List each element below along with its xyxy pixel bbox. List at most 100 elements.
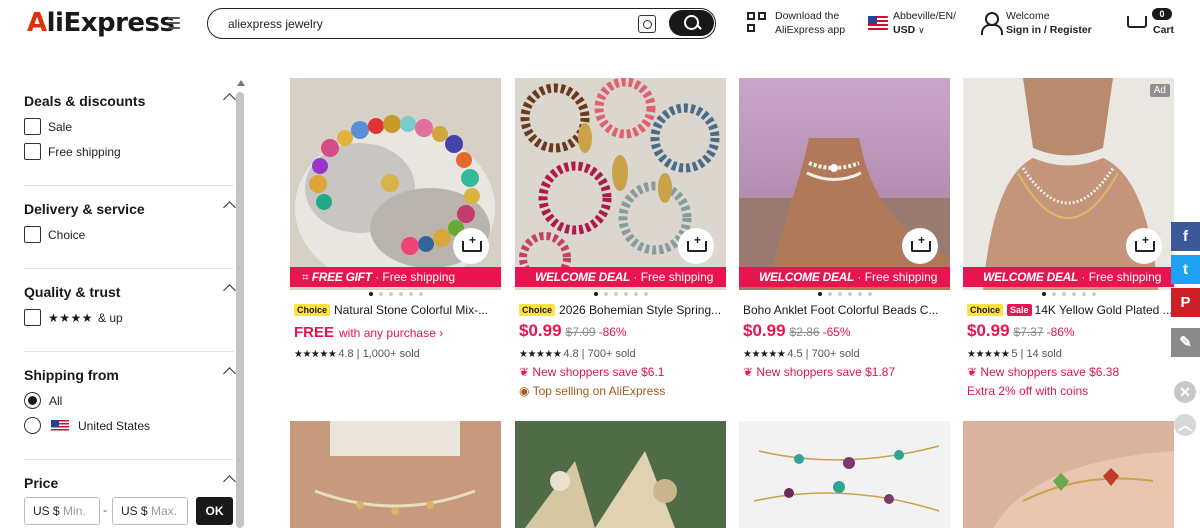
deals-filter-title[interactable]: Deals & discounts [24, 93, 145, 109]
close-icon[interactable]: ✕ [1174, 381, 1196, 403]
chevron-up-icon[interactable] [223, 475, 236, 488]
product-image[interactable] [515, 421, 726, 528]
pinterest-share-button[interactable]: P [1171, 288, 1200, 317]
add-to-cart-button[interactable] [678, 228, 714, 264]
sale-price: $0.99 [519, 321, 562, 340]
promo-banner-label: WELCOME DEAL [983, 270, 1079, 284]
promo-banner-label: WELCOME DEAL [759, 270, 855, 284]
free-shipping-text: · Free shipping [630, 270, 714, 284]
back-to-top-icon[interactable]: ︿ [1174, 414, 1196, 436]
facebook-share-button[interactable]: f [1171, 222, 1200, 251]
free-shipping-text: · Free shipping [1078, 270, 1162, 284]
sale-checkbox[interactable]: Sale [24, 118, 72, 135]
sale-label: Sale [48, 119, 73, 134]
sidebar-scrollbar[interactable] [236, 80, 245, 528]
image-carousel-dots[interactable] [963, 292, 1174, 296]
product-title-text: Natural Stone Colorful Mix-... [334, 303, 489, 317]
chevron-up-icon[interactable] [223, 284, 236, 297]
sold-count: 14 sold [1026, 348, 1062, 360]
ship-from-all-radio[interactable]: All [24, 392, 62, 409]
ship-from-us-radio[interactable]: United States [24, 417, 150, 434]
star-rating-icon: ★★★★★ [967, 349, 1010, 360]
twitter-share-button[interactable]: t [1171, 255, 1200, 284]
top-selling-tag: ◉ Top selling on AliExpress [519, 384, 665, 398]
price-min-input[interactable]: US $ Min. [24, 497, 100, 525]
welcome-text: Welcome [1006, 10, 1050, 22]
quality-filter-title[interactable]: Quality & trust [24, 284, 120, 300]
add-to-cart-button[interactable] [453, 228, 489, 264]
scroll-thumb[interactable] [236, 92, 244, 528]
quality-filter: Quality & trust ★★★★ & up [24, 284, 236, 334]
pinterest-icon: P [1171, 288, 1200, 317]
all-label: All [49, 393, 63, 408]
image-carousel-dots[interactable] [739, 292, 950, 296]
aliexpress-logo[interactable]: AliExpress [27, 8, 175, 38]
chevron-up-icon[interactable] [223, 201, 236, 214]
sale-price: $0.99 [967, 321, 1010, 340]
search-button[interactable] [669, 10, 714, 36]
product-image[interactable] [963, 421, 1174, 528]
divider [24, 351, 234, 352]
free-price-subtext[interactable]: with any purchase › [339, 326, 443, 340]
menu-icon[interactable] [168, 17, 180, 29]
and-up-label: & up [98, 310, 123, 325]
chevron-down-icon: ∨ [918, 25, 925, 35]
flame-icon: ❦ [967, 365, 978, 379]
product-card[interactable] [290, 421, 501, 528]
four-stars-up-checkbox[interactable]: ★★★★ & up [24, 309, 123, 326]
currency-prefix: US $ [121, 504, 148, 518]
max-placeholder: Max. [151, 504, 178, 518]
product-card[interactable] [515, 421, 726, 528]
user-icon[interactable] [980, 12, 1003, 35]
new-shopper-savings-text: New shoppers save $6.38 [980, 365, 1120, 379]
star-rating-icon: ★★★★★ [743, 349, 786, 360]
locale-location: Abbeville/EN/ [893, 10, 957, 22]
delivery-filter-title[interactable]: Delivery & service [24, 201, 145, 217]
edit-button[interactable]: ✎ [1171, 328, 1200, 357]
price-max-input[interactable]: US $ Max. [112, 497, 188, 525]
price-filter-title[interactable]: Price [24, 475, 58, 491]
image-carousel-dots[interactable] [515, 292, 726, 296]
product-card[interactable]: Ad WELCOME DEAL · Free shipping ChoiceSa… [963, 78, 1174, 398]
original-price: $2.86 [789, 325, 820, 339]
product-title[interactable]: Choice Sale 14K Yellow Gold Plated ... [967, 303, 1172, 317]
product-card[interactable]: WELCOME DEAL · Free shipping Choice2026 … [515, 78, 726, 398]
product-image[interactable] [739, 421, 950, 528]
choice-badge: Choice [294, 304, 331, 316]
download-app-link[interactable]: Download the AliExpress app [775, 9, 845, 37]
rating-value: 5 [1011, 348, 1018, 360]
product-image[interactable] [290, 421, 501, 528]
product-title[interactable]: Choice Natural Stone Colorful Mix-... [294, 303, 499, 317]
product-card[interactable]: WELCOME DEAL · Free shipping Boho Anklet… [739, 78, 950, 398]
product-card[interactable]: ⌗FREE GIFT · Free shipping ChoiceNatural… [290, 78, 501, 398]
chevron-up-icon[interactable] [223, 93, 236, 106]
product-title-text: 14K Yellow Gold Plated ... [1034, 303, 1172, 317]
star-rating-icon: ★★★★★ [519, 349, 562, 360]
add-to-cart-button[interactable] [1126, 228, 1162, 264]
us-flag-icon [51, 419, 69, 432]
product-card[interactable] [963, 421, 1174, 528]
price-ok-button[interactable]: OK [196, 497, 233, 525]
locale-selector[interactable]: Abbeville/EN/ USD ∨ [893, 9, 956, 37]
new-shopper-savings: ❦ New shoppers save $1.87 [743, 365, 895, 379]
cart-label[interactable]: Cart [1153, 23, 1174, 37]
scroll-up-arrow[interactable] [237, 80, 245, 86]
new-shopper-savings: ❦ New shoppers save $6.1 [519, 365, 664, 379]
cart-icon[interactable] [1124, 13, 1147, 33]
sign-in-register-link[interactable]: Sign in / Register [1006, 24, 1092, 36]
camera-search-icon[interactable] [638, 15, 656, 33]
shipping-from-title[interactable]: Shipping from [24, 367, 119, 383]
choice-checkbox[interactable]: Choice [24, 226, 85, 243]
divider [24, 268, 234, 269]
product-card[interactable] [739, 421, 950, 528]
account-menu[interactable]: Welcome Sign in / Register [1006, 9, 1092, 37]
add-to-cart-button[interactable] [902, 228, 938, 264]
image-carousel-dots[interactable] [290, 292, 501, 296]
product-title[interactable]: Choice 2026 Bohemian Style Spring... [519, 303, 724, 317]
search-input[interactable] [228, 15, 618, 33]
free-shipping-checkbox[interactable]: Free shipping [24, 143, 121, 160]
chevron-up-icon[interactable] [223, 367, 236, 380]
product-title[interactable]: Boho Anklet Foot Colorful Beads C... [743, 303, 948, 317]
qr-code-icon[interactable] [747, 12, 767, 34]
min-placeholder: Min. [63, 504, 86, 518]
